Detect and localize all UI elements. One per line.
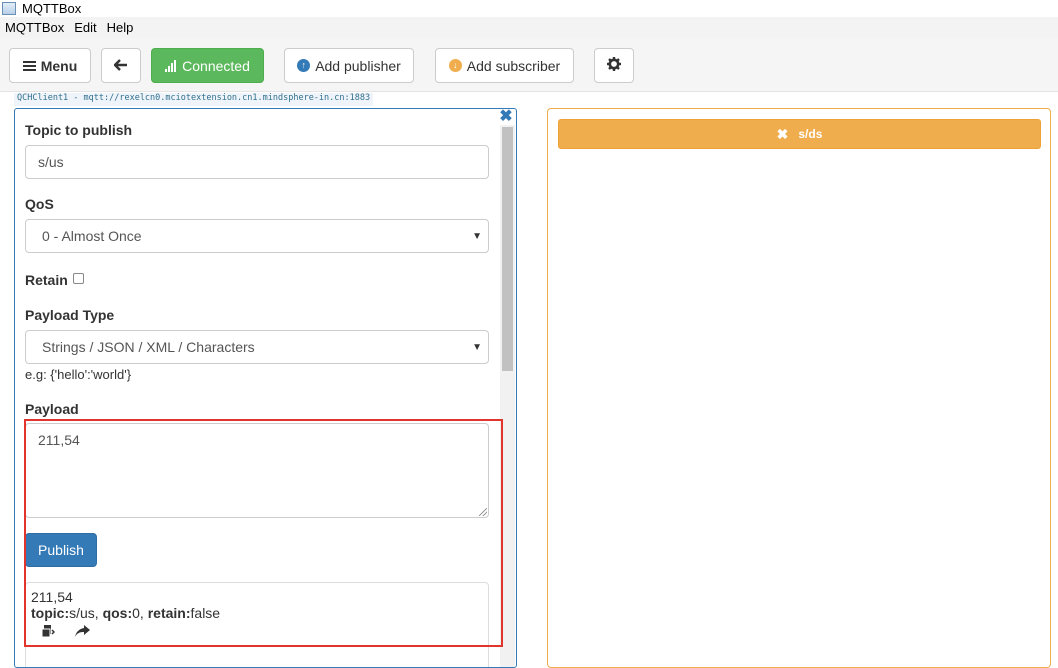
topic-value: s/us <box>38 154 64 170</box>
message-actions <box>31 624 483 641</box>
message-retain-value: false <box>190 605 221 621</box>
caret-down-icon: ▼ <box>472 230 482 242</box>
arrow-left-icon <box>113 58 128 74</box>
settings-button[interactable] <box>594 48 634 83</box>
qos-select[interactable]: 0 - Almost Once ▼ <box>25 219 489 253</box>
hamburger-icon <box>22 60 36 72</box>
menu-item-edit[interactable]: Edit <box>69 20 101 35</box>
add-publisher-button[interactable]: ↑ Add publisher <box>284 48 414 83</box>
menu-item-help[interactable]: Help <box>102 20 139 35</box>
payload-type-value: Strings / JSON / XML / Characters <box>42 339 255 355</box>
published-message: 211,54 topic:s/us, qos:0, retain:false <box>25 582 489 667</box>
resize-grip-icon[interactable] <box>479 508 487 516</box>
copy-icon[interactable] <box>41 624 56 641</box>
publisher-panel: ✖ Topic to publish s/us QoS 0 - Almost O… <box>14 108 517 668</box>
payload-hint: e.g: {'hello':'world'} <box>25 367 132 382</box>
message-topic-value: s/us, <box>69 605 103 621</box>
topic-label: Topic to publish <box>25 122 133 138</box>
message-topic-key: topic: <box>31 605 70 621</box>
connected-label: Connected <box>182 57 250 74</box>
menu-button-label: Menu <box>40 57 78 74</box>
message-qos-value: 0, <box>132 605 148 621</box>
payload-label: Payload <box>25 401 79 417</box>
add-subscriber-button[interactable]: ↓ Add subscriber <box>435 48 574 83</box>
connected-button[interactable]: Connected <box>151 48 264 83</box>
qos-label: QoS <box>25 196 54 212</box>
publisher-scrollbar[interactable] <box>500 125 515 667</box>
payload-type-select[interactable]: Strings / JSON / XML / Characters ▼ <box>25 330 489 364</box>
payload-type-label: Payload Type <box>25 307 115 323</box>
client-connection-label: QCHClient1 - mqtt://rexelcn0.mciotextens… <box>14 93 374 106</box>
menu-bar: MQTTBox Edit Help <box>0 17 1058 38</box>
share-arrow-icon[interactable] <box>75 624 90 641</box>
retain-row: Retain <box>25 272 84 288</box>
payload-value: 211,54 <box>38 432 80 448</box>
signal-icon <box>165 59 177 72</box>
menu-item-mqttbox[interactable]: MQTTBox <box>0 20 69 35</box>
message-payload: 211,54 <box>31 589 73 605</box>
subscriber-panel: ✖ s/ds <box>547 108 1051 668</box>
caret-down-icon: ▼ <box>472 341 482 353</box>
subscriber-topic-bar[interactable]: ✖ s/ds <box>558 119 1041 149</box>
toolbar: Menu Connected ↑ Add publisher ↓ Add sub… <box>0 38 1058 92</box>
publish-button[interactable]: Publish <box>25 533 97 567</box>
arrow-down-circle-icon: ↓ <box>448 59 462 72</box>
add-subscriber-label: Add subscriber <box>466 57 561 74</box>
gear-icon <box>607 57 621 74</box>
window-title: MQTTBox <box>22 1 82 16</box>
message-qos-key: qos: <box>102 605 133 621</box>
title-bar: MQTTBox <box>0 0 1058 17</box>
payload-textarea[interactable]: 211,54 <box>25 423 489 518</box>
topic-input[interactable]: s/us <box>25 145 489 179</box>
back-button[interactable] <box>101 48 141 83</box>
close-icon[interactable]: ✖ <box>498 109 514 125</box>
message-retain-key: retain: <box>147 605 191 621</box>
scrollbar-thumb[interactable] <box>502 127 513 371</box>
message-meta: topic:s/us, qos:0, retain:false <box>31 605 483 621</box>
retain-label: Retain <box>25 272 68 288</box>
add-publisher-label: Add publisher <box>315 57 401 74</box>
app-icon <box>2 2 16 15</box>
retain-checkbox[interactable] <box>72 273 84 284</box>
subscriber-topic: s/ds <box>798 127 823 141</box>
menu-button[interactable]: Menu <box>9 48 91 83</box>
close-icon[interactable]: ✖ <box>777 126 789 143</box>
arrow-up-circle-icon: ↑ <box>297 59 311 72</box>
qos-value: 0 - Almost Once <box>42 228 142 244</box>
